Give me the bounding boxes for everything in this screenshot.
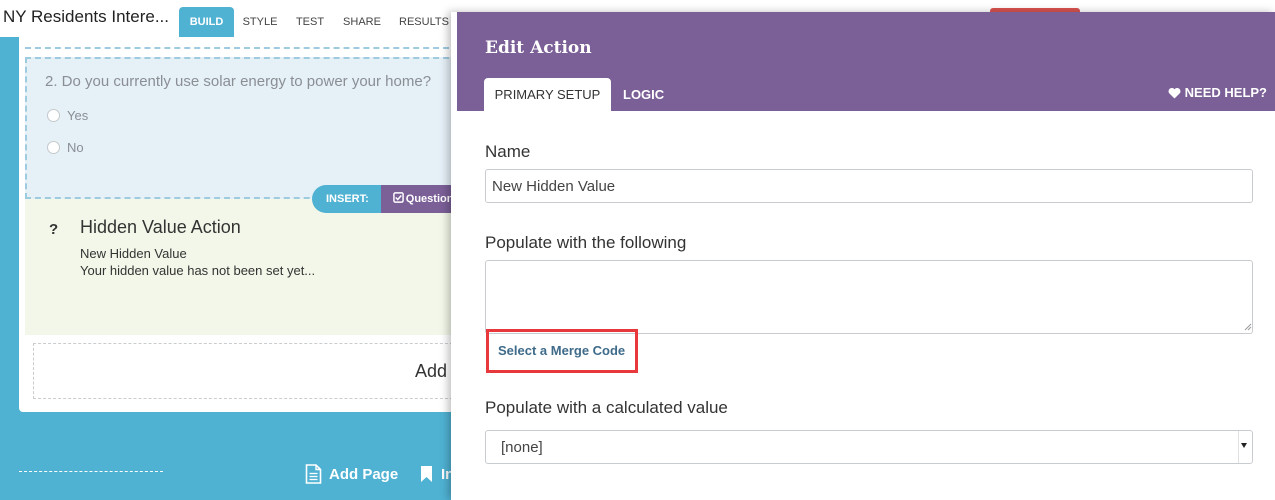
heart-icon — [1168, 87, 1181, 98]
option-yes[interactable]: Yes — [47, 108, 89, 123]
page-divider — [19, 471, 163, 472]
name-input[interactable] — [485, 169, 1253, 203]
populate-label: Populate with the following — [485, 233, 687, 252]
radio-icon[interactable] — [47, 141, 60, 154]
tab-test[interactable]: TEST — [288, 7, 332, 37]
hidden-value-action-block[interactable]: ? Hidden Value Action New Hidden Value Y… — [25, 199, 459, 335]
calculated-value-label: Populate with a calculated value — [485, 398, 728, 417]
checkbox-icon — [392, 192, 404, 203]
populate-textarea[interactable] — [485, 260, 1253, 334]
bookmark-button[interactable]: In — [420, 465, 454, 483]
question-block[interactable]: 2. Do you currently use solar energy to … — [25, 57, 459, 199]
tab-build[interactable]: BUILD — [179, 7, 234, 37]
modal-title: Edit Action — [485, 38, 592, 58]
tab-primary-setup[interactable]: PRIMARY SETUP — [484, 78, 611, 111]
need-help-link[interactable]: NEED HELP? — [1168, 85, 1267, 100]
need-help-label: NEED HELP? — [1184, 85, 1267, 100]
option-label: No — [67, 140, 84, 155]
select-divider — [1238, 431, 1239, 463]
insert-question-button[interactable]: Question — [380, 185, 459, 213]
option-label: Yes — [67, 108, 89, 123]
edit-action-modal: Edit Action PRIMARY SETUP LOGIC NEED HEL… — [451, 12, 1275, 500]
add-page-button[interactable]: Add Page — [305, 464, 398, 484]
select-value: [none] — [501, 439, 543, 456]
question-mark-icon: ? — [49, 221, 59, 238]
calculated-value-select[interactable]: [none] — [485, 430, 1253, 464]
chevron-down-icon — [1241, 443, 1247, 448]
tab-logic[interactable]: LOGIC — [623, 78, 664, 111]
tab-results[interactable]: RESULTS — [394, 7, 454, 37]
insert-question-label: Question — [405, 193, 454, 205]
bookmark-icon — [421, 466, 432, 482]
add-page-label: Add Page — [329, 465, 399, 483]
page-icon — [305, 464, 322, 484]
select-merge-code-link[interactable]: Select a Merge Code — [498, 343, 625, 358]
survey-builder-card: 2. Do you currently use solar energy to … — [19, 37, 459, 412]
question-text: 2. Do you currently use solar energy to … — [45, 73, 432, 90]
name-label: Name — [485, 142, 531, 161]
add-text: Add — [415, 361, 448, 381]
action-title: Hidden Value Action — [80, 217, 241, 237]
modal-header: Edit Action PRIMARY SETUP LOGIC NEED HEL… — [457, 12, 1275, 111]
tab-share[interactable]: SHARE — [336, 7, 388, 37]
previous-question-edge — [25, 37, 459, 49]
action-name: New Hidden Value — [80, 246, 187, 261]
insert-label: INSERT: — [312, 185, 381, 213]
insert-toolbar: INSERT: Question — [312, 185, 459, 213]
survey-title[interactable]: NY Residents Intere... — [3, 7, 169, 27]
radio-icon[interactable] — [47, 109, 60, 122]
action-status: Your hidden value has not been set yet..… — [80, 263, 316, 278]
tab-style[interactable]: STYLE — [236, 7, 284, 37]
add-content-area[interactable]: Add — [33, 343, 459, 399]
resize-grip-icon[interactable] — [1244, 323, 1252, 331]
option-no[interactable]: No — [47, 140, 84, 155]
